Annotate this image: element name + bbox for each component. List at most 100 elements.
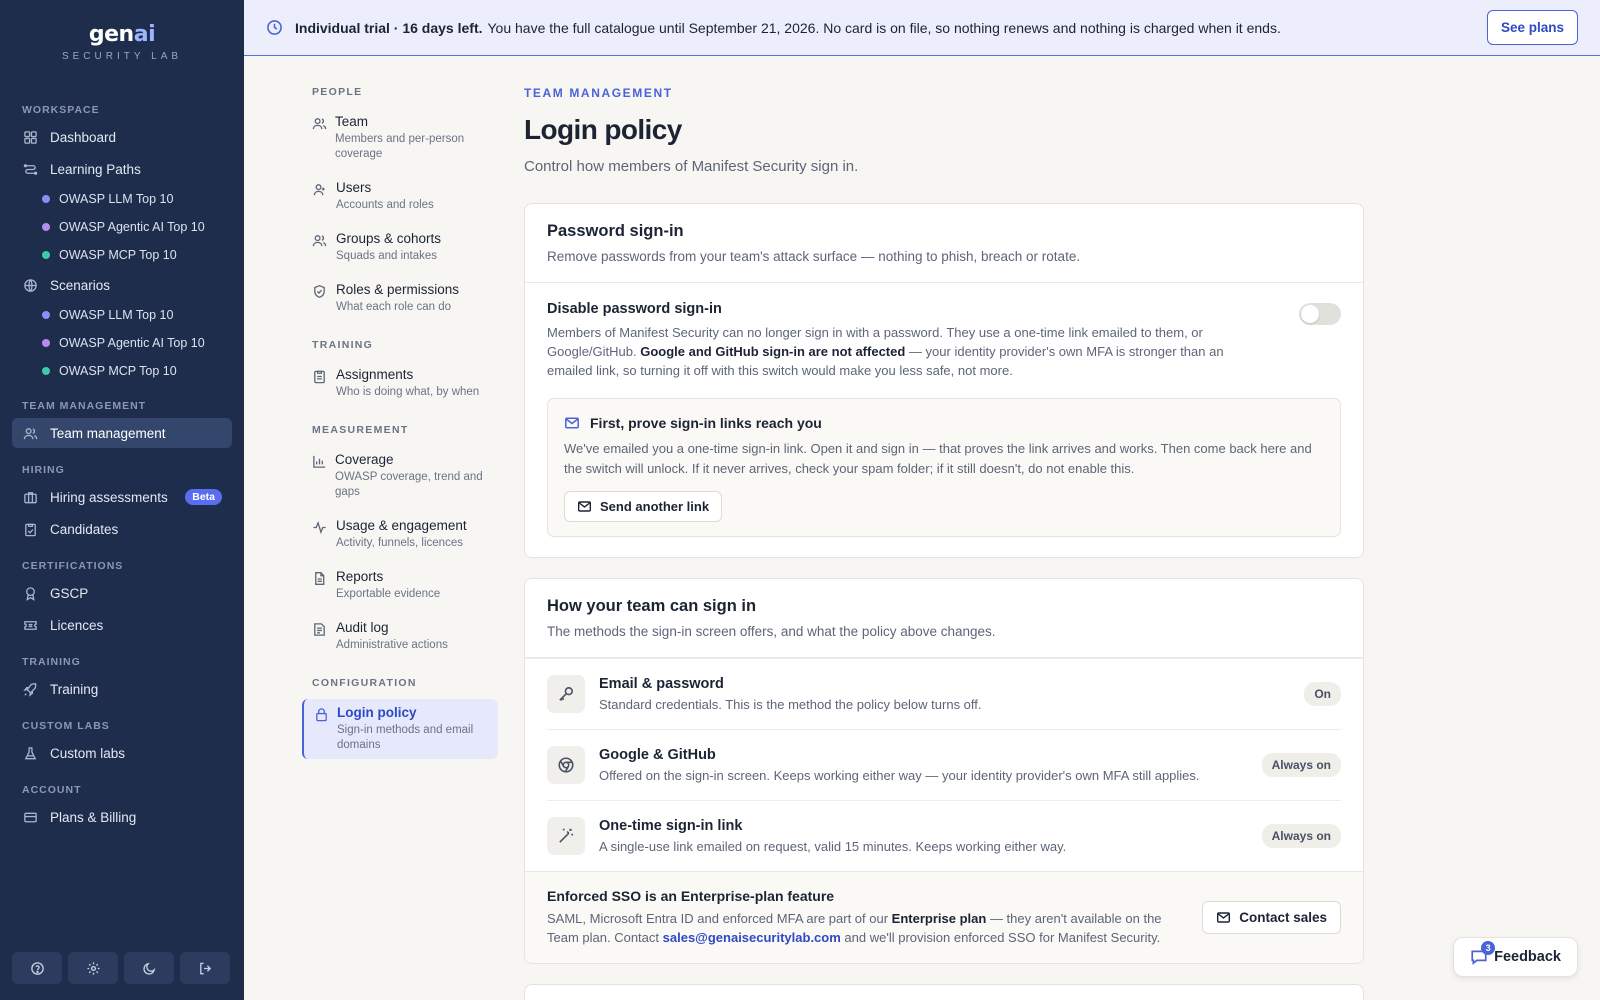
subnav-desc: Sign-in methods and email domains [337,724,474,751]
subnav-item-usage[interactable]: Usage & engagement Activity, funnels, lic… [302,512,498,557]
magic-wand-icon [547,817,585,855]
beta-badge: Beta [185,489,222,505]
sidebar-item-label: GSCP [50,585,89,601]
trial-status: Individual trial · 16 days left. [295,19,483,36]
subnav-item-reports[interactable]: Reports Exportable evidence [302,563,498,608]
nav-section-workspace: WORKSPACE [22,104,100,116]
method-description: Standard credentials. This is the method… [599,697,982,712]
sidebar-item-scenarios[interactable]: Scenarios [12,270,232,300]
subnav-item-users[interactable]: Users Accounts and roles [302,174,498,219]
sales-email-link[interactable]: sales@genaisecuritylab.com [663,930,841,945]
subnav-title: Usage & engagement [336,518,467,533]
users-icon [312,114,327,162]
sso-title: Enforced SSO is an Enterprise-plan featu… [547,888,835,904]
sidebar-subitem-lp-mcp[interactable]: OWASP MCP Top 10 [12,242,232,268]
method-title: Email & password [599,676,724,692]
subnav-item-audit-log[interactable]: Audit log Administrative actions [302,614,498,659]
award-icon [22,585,38,601]
nav-section-training: TRAINING [22,656,81,668]
subnav-desc: What each role can do [336,301,452,313]
button-label: Contact sales [1239,910,1327,925]
sidebar-subitem-lp-llm[interactable]: OWASP LLM Top 10 [12,186,232,212]
mail-icon [1216,910,1231,925]
dot-icon [42,195,50,203]
subnav-section-measurement: MEASUREMENT [312,424,409,436]
sidebar-item-label: Licences [50,617,104,633]
ticket-icon [22,617,38,633]
sidebar-subitem-label: OWASP MCP Top 10 [59,248,177,262]
subnav-item-login-policy[interactable]: Login policy Sign-in methods and email do… [302,699,498,759]
method-email-password: Email & password Standard credentials. T… [525,658,1363,729]
sidebar-subitem-sc-llm[interactable]: OWASP LLM Top 10 [12,302,232,328]
sidebar-item-licences[interactable]: Licences [12,610,232,640]
subnav-desc: Exportable evidence [336,588,441,600]
subnav-item-roles[interactable]: Roles & permissions What each role can do [302,276,498,321]
subnav-desc: Accounts and roles [336,199,434,211]
sidebar-item-training[interactable]: Training [12,674,232,704]
sidebar-item-hiring-assessments[interactable]: Hiring assessments Beta [12,482,232,512]
route-icon [22,161,38,177]
sidebar-item-plans-billing[interactable]: Plans & Billing [12,802,232,832]
subnav-desc: Who is doing what, by when [336,386,480,398]
dot-icon [42,311,50,319]
message-icon: 3 [1470,941,1496,966]
page-eyebrow: TEAM MANAGEMENT [524,86,673,100]
trial-banner: Individual trial · 16 days left. You hav… [244,0,1600,56]
briefcase-icon [22,489,38,505]
sidebar-subitem-label: OWASP Agentic AI Top 10 [59,220,205,234]
chrome-icon [547,746,585,784]
see-plans-button[interactable]: See plans [1486,10,1578,45]
settings-button[interactable] [68,952,118,984]
sidebar-item-team-management[interactable]: Team management [12,418,232,448]
card-description: Remove passwords from your team's attack… [547,249,1081,264]
theme-toggle-button[interactable] [124,952,174,984]
gear-icon [86,961,101,976]
sidebar-item-candidates[interactable]: Candidates [12,514,232,544]
sidebar-item-custom-labs[interactable]: Custom labs [12,738,232,768]
logout-button[interactable] [180,952,230,984]
sidebar-subitem-lp-agentic[interactable]: OWASP Agentic AI Top 10 [12,214,232,240]
log-icon [312,620,328,653]
feedback-button[interactable]: 3 Feedback [1453,937,1578,977]
subnav-title: Audit log [336,620,389,635]
page-title: Login policy [524,114,682,145]
dot-icon [42,367,50,375]
subnav-title: Users [336,180,372,195]
sidebar-item-label: Hiring assessments [50,489,168,505]
dot-icon [42,251,50,259]
contact-sales-button[interactable]: Contact sales [1202,901,1341,934]
sidebar-subitem-label: OWASP Agentic AI Top 10 [59,336,205,350]
send-another-link-button[interactable]: Send another link [564,491,723,522]
method-one-time-link: One-time sign-in link A single-use link … [525,801,1363,871]
sidebar-item-learning-paths[interactable]: Learning Paths [12,154,232,184]
status-badge: Always on [1261,753,1341,777]
brand-name: gen [88,22,134,47]
setting-description: Members of Manifest Security can no long… [547,323,1247,380]
sidebar-item-gscp[interactable]: GSCP [12,578,232,608]
subnav-item-team[interactable]: Team Members and per-person coverage [302,108,498,168]
help-button[interactable] [12,952,62,984]
subnav-item-assignments[interactable]: Assignments Who is doing what, by when [302,361,498,406]
button-label: Send another link [600,499,710,514]
sidebar-subitem-sc-agentic[interactable]: OWASP Agentic AI Top 10 [12,330,232,356]
shield-check-icon [312,282,328,315]
sidebar-subitem-sc-mcp[interactable]: OWASP MCP Top 10 [12,358,232,384]
card-description: The methods the sign-in screen offers, a… [547,624,996,639]
disable-password-setting: Disable password sign-in Members of Mani… [525,283,1363,398]
subnav-title: Assignments [336,367,414,382]
nav-section-custom-labs: CUSTOM LABS [22,720,110,732]
sso-desc-bold: Enterprise plan [891,911,987,926]
subnav-item-groups[interactable]: Groups & cohorts Squads and intakes [302,225,498,270]
sidebar-item-label: Training [50,681,99,697]
sidebar-item-dashboard[interactable]: Dashboard [12,122,232,152]
sidebar-footer [12,952,230,984]
disable-password-toggle[interactable] [1299,303,1341,325]
mail-icon [564,415,580,431]
method-title: Google & GitHub [599,747,716,763]
brand-logo[interactable]: genai SECURITY LAB [0,0,244,88]
subnav-desc: Administrative actions [336,639,448,651]
subnav-desc: Members and per-person coverage [335,133,465,160]
main-content: TEAM MANAGEMENT Login policy Control how… [524,86,1364,964]
status-badge: On [1304,682,1341,706]
subnav-item-coverage[interactable]: Coverage OWASP coverage, trend and gaps [302,446,498,506]
